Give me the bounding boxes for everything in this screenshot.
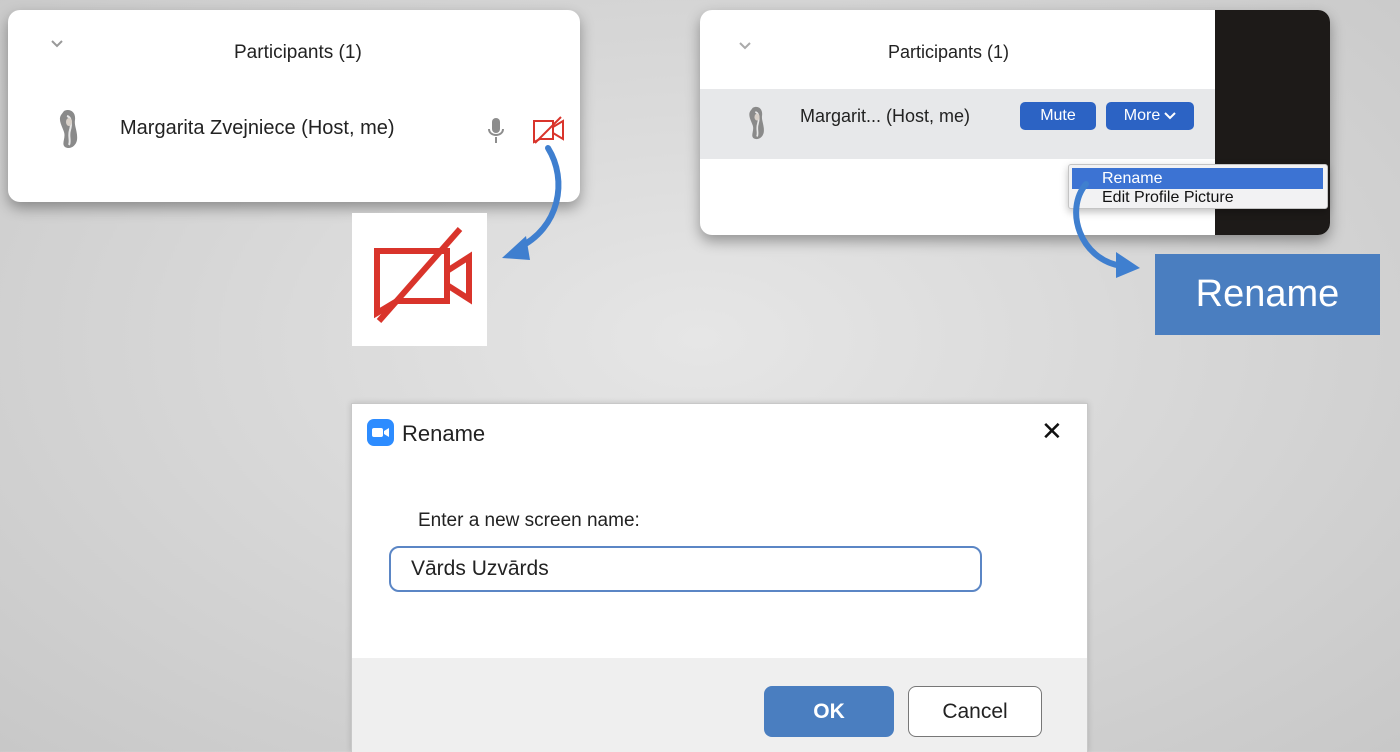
close-icon[interactable]: ✕ (1041, 416, 1063, 447)
panel-title: Participants (1) (888, 42, 1010, 62)
video-off-icon (374, 227, 472, 323)
screen-name-input[interactable] (389, 546, 982, 592)
chevron-down-icon (1164, 112, 1176, 120)
curved-arrow-icon (502, 145, 562, 260)
screen-name-prompt: Enter a new screen name: (418, 510, 640, 531)
more-button[interactable]: More (1106, 102, 1194, 130)
dialog-title: Rename (402, 421, 486, 446)
cancel-button[interactable]: Cancel (908, 686, 1042, 737)
avatar (56, 108, 82, 155)
rename-dialog: Rename ✕ Enter a new screen name: OK Can… (351, 403, 1088, 752)
rename-callout-label: Rename (1195, 273, 1340, 315)
participant-name: Margarita Zvejniece (Host, me) (120, 117, 395, 139)
mute-label: Mute (1040, 107, 1076, 124)
video-off-enlarged-card (352, 213, 487, 346)
chevron-down-icon[interactable] (738, 38, 752, 56)
ok-button[interactable]: OK (764, 686, 894, 737)
participant-name: Margarit... (Host, me) (800, 106, 971, 126)
more-label: More (1123, 107, 1161, 124)
chevron-down-icon[interactable] (50, 36, 64, 54)
rename-callout: Rename (1155, 254, 1380, 335)
cancel-label: Cancel (942, 699, 1008, 723)
panel-title: Participants (1) (234, 42, 362, 63)
avatar (746, 103, 768, 148)
mute-button[interactable]: Mute (1020, 102, 1096, 130)
ok-label: OK (813, 699, 845, 723)
zoom-camera-icon (367, 419, 394, 451)
curved-arrow-icon (1073, 181, 1140, 278)
